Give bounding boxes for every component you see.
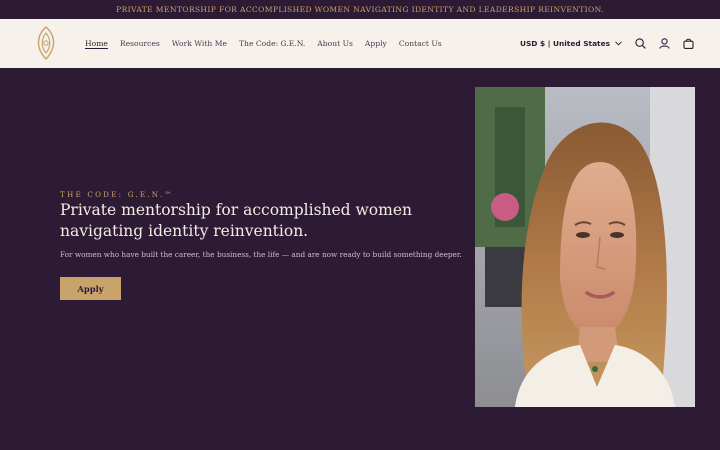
nav-item-contact-us[interactable]: Contact Us: [399, 39, 442, 48]
logo-emblem-icon: [37, 26, 55, 61]
chevron-down-icon: [615, 41, 622, 46]
main-nav: Home Resources Work With Me The Code: G.…: [85, 19, 442, 68]
header-actions: USD $ | United States: [520, 19, 694, 68]
cart-icon: [682, 38, 694, 49]
hero-eyebrow: THE CODE: G.E.N.™: [60, 190, 174, 199]
account-icon: [658, 38, 670, 49]
hero-subtext: For women who have built the career, the…: [60, 250, 462, 259]
nav-item-apply[interactable]: Apply: [365, 39, 387, 48]
nav-item-resources[interactable]: Resources: [120, 39, 160, 48]
search-icon: [634, 38, 646, 49]
account-button[interactable]: [658, 38, 670, 50]
announcement-bar: PRIVATE MENTORSHIP FOR ACCOMPLISHED WOME…: [0, 0, 720, 19]
hero-portrait-image: [475, 87, 695, 407]
search-button[interactable]: [634, 38, 646, 50]
nav-item-work-with-me[interactable]: Work With Me: [172, 39, 227, 48]
nav-item-home[interactable]: Home: [85, 39, 108, 48]
site-header: Home Resources Work With Me The Code: G.…: [0, 19, 720, 68]
portrait-illustration: [475, 87, 695, 407]
currency-selector[interactable]: USD $ | United States: [520, 39, 622, 48]
brand-logo[interactable]: [30, 24, 62, 62]
nav-item-about-us[interactable]: About Us: [317, 39, 353, 48]
cart-button[interactable]: [682, 38, 694, 50]
currency-label: USD $ | United States: [519, 39, 610, 48]
apply-button[interactable]: Apply: [60, 277, 121, 300]
announcement-text: PRIVATE MENTORSHIP FOR ACCOMPLISHED WOME…: [116, 5, 604, 14]
nav-item-the-code[interactable]: The Code: G.E.N.: [239, 39, 305, 48]
hero-headline: Private mentorship for accomplished wome…: [60, 201, 412, 240]
